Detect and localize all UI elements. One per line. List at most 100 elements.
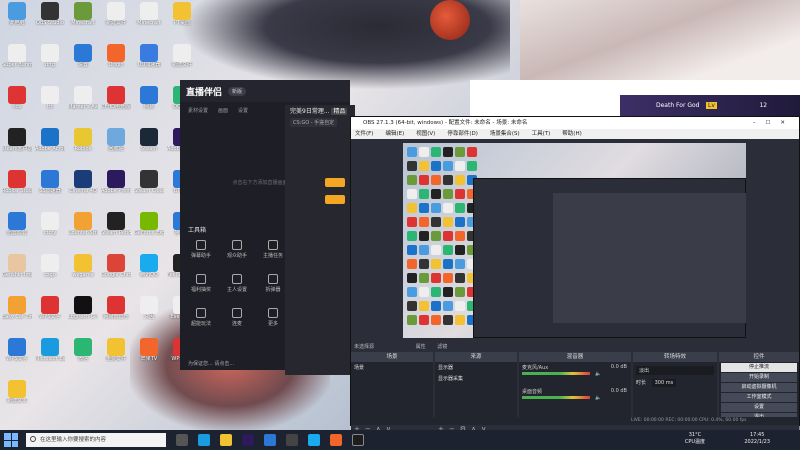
transition-duration-input[interactable]: 300 ms [651, 379, 677, 387]
desktop-icon[interactable]: 网易 [134, 86, 164, 122]
obs-menu-item[interactable]: 编辑(E) [385, 129, 404, 139]
desktop-icon[interactable]: Steam [134, 128, 164, 164]
live-tab[interactable]: 设置 [238, 107, 248, 114]
live-tool-button[interactable]: 观众助手 [222, 240, 252, 259]
desktop-icon[interactable]: Adobe Acrobat [35, 128, 65, 164]
desktop-icon[interactable]: Origin [101, 44, 131, 80]
source-item[interactable]: 显示器采集 [435, 373, 517, 384]
desktop-icon[interactable]: SS加速器 [35, 170, 65, 206]
desktop-icon[interactable]: WPS文字 [2, 338, 32, 374]
desktop-icon[interactable]: 芒果TV [134, 338, 164, 374]
stream-game-selector[interactable]: CS:GO - 手搓自定 [290, 118, 338, 127]
desktop-icon[interactable]: Steam Render [101, 212, 131, 248]
start-live-button[interactable] [325, 178, 345, 187]
obs-menu-item[interactable]: 工具(T) [532, 129, 551, 139]
windows-start-icon[interactable] [4, 433, 18, 447]
window-controls[interactable]: –☐✕ [753, 117, 795, 129]
obs-icon[interactable] [352, 434, 364, 446]
desktop-icon[interactable]: CFHD电竞版 持大佬 [101, 86, 131, 122]
steam-icon[interactable] [264, 434, 276, 446]
desktop-icon[interactable]: GeForce Experience [134, 212, 164, 248]
desktop-icon[interactable]: Steam Cloud [134, 170, 164, 206]
desktop-icon[interactable]: Minecraft [134, 2, 164, 38]
studio-mode-button[interactable]: 工作室模式 [721, 393, 797, 402]
taskbar-search-input[interactable]: 在这里输入你要搜索的内容 [26, 433, 166, 447]
desktop-icon[interactable]: 设置 [68, 44, 98, 80]
live-version-badge[interactable]: 新版 [228, 86, 247, 96]
stop-streaming-button[interactable]: 停止推流 [721, 363, 797, 372]
settings-button[interactable]: 设置 [721, 403, 797, 412]
live-tool-button[interactable]: 弹幕助手 [186, 240, 216, 259]
desktop-icon[interactable]: Cinema 4D [68, 170, 98, 206]
desktop-icon[interactable]: 重要文件 [101, 338, 131, 374]
start-recording-button[interactable]: 开始录制 [721, 373, 797, 382]
live-tool-button[interactable]: 超能玩法 [186, 308, 216, 327]
desktop-icon[interactable]: dftg [35, 44, 65, 80]
edge-icon[interactable] [198, 434, 210, 446]
file-explorer-icon[interactable] [220, 434, 232, 446]
desktop-icon[interactable]: Easy Cat Timer [2, 296, 32, 332]
desktop-icon[interactable]: WPS文字 [35, 296, 65, 332]
desktop-icon[interactable]: 迅雷影音 [2, 212, 32, 248]
obs-preview[interactable] [403, 143, 746, 338]
desktop-icon[interactable]: UU加速器 [134, 44, 164, 80]
desktop-icon[interactable]: PT桌面 [167, 2, 197, 38]
desktop-icon[interactable]: wegame [68, 254, 98, 290]
source-item[interactable]: 显示器 [435, 362, 517, 373]
clock[interactable]: 17:45 2022/1/23 [744, 432, 770, 446]
desktop-icon[interactable]: steam客户端 [2, 128, 32, 164]
transition-type-select[interactable]: 淡出 [636, 366, 714, 375]
desktop-icon[interactable]: nds [2, 86, 32, 122]
desktop-icon[interactable]: 新建文件 [167, 44, 197, 80]
desktop-icon[interactable]: Counter-Strike Global Off... [68, 212, 98, 248]
filters-button[interactable]: 滤镜 [437, 344, 447, 350]
desktop-icon[interactable]: 微信 [68, 338, 98, 374]
obs-menu-item[interactable]: 文件(F) [355, 129, 373, 139]
live-tab[interactable]: 画面 [218, 107, 228, 114]
stream-title-tag[interactable]: 精品 [331, 108, 348, 115]
danmu-user-card[interactable]: Death For God Lv 12 [620, 95, 800, 117]
desktop-icon[interactable]: Roblox [68, 128, 98, 164]
premiere-icon[interactable] [242, 434, 254, 446]
live-tool-button[interactable]: 更多 [258, 308, 288, 327]
desktop-icon[interactable]: Adobe Premiere [101, 170, 131, 206]
desktop-icon[interactable]: Logitech G HUB [68, 296, 98, 332]
desktop-icon[interactable]: Super Bunny Man [2, 44, 32, 80]
app-icon[interactable] [286, 434, 298, 446]
desktop-icon[interactable]: OBS Studio [35, 2, 65, 38]
speaker-icon[interactable]: 🔈 [595, 371, 601, 377]
desktop-icon[interactable]: 此电脑 [2, 2, 32, 38]
qq-icon[interactable] [308, 434, 320, 446]
desktop-icon[interactable]: Minecraft [68, 2, 98, 38]
live-tab[interactable]: 素材设置 [188, 107, 208, 114]
properties-button[interactable]: 属性 [416, 344, 426, 350]
speaker-icon[interactable]: 🔈 [595, 395, 601, 401]
desktop-icon[interactable]: Microsoft Edge [35, 338, 65, 374]
desktop-icon[interactable]: 腾讯QQ [134, 254, 164, 290]
desktop-icon[interactable]: ctcty [35, 212, 65, 248]
desktop-icon[interactable]: 新建文件 [101, 2, 131, 38]
desktop-icon[interactable]: 回收站 [101, 128, 131, 164]
desktop-icon[interactable]: csgo [35, 254, 65, 290]
desktop-icon[interactable]: Google Chrome [101, 254, 131, 290]
live-settings-button[interactable] [325, 195, 345, 204]
live-tool-button[interactable]: 连麦 [222, 308, 252, 327]
desktop-icon[interactable]: Marner's Avenger [68, 86, 98, 122]
obs-menu-item[interactable]: 场景集合(S) [490, 129, 520, 139]
live-tool-button[interactable]: 主人设置 [222, 274, 252, 293]
desktop-icon[interactable]: 只因 [134, 296, 164, 332]
obs-menu-item[interactable]: 停靠部件(D) [447, 129, 478, 139]
task-view-icon[interactable] [176, 434, 188, 446]
live-tool-button[interactable]: 福利抽奖 [186, 274, 216, 293]
desktop-icon[interactable]: 新建文本 [2, 380, 32, 416]
obs-menu-item[interactable]: 视图(V) [416, 129, 435, 139]
desktop-icon[interactable]: ttt [35, 86, 65, 122]
desktop-icon[interactable]: Roblox Studio [2, 170, 32, 206]
obs-menu-item[interactable]: 帮助(H) [562, 129, 581, 139]
live-tool-button[interactable]: 主播任务 [258, 240, 288, 259]
scene-item[interactable]: 场景 [351, 362, 433, 373]
live-app-icon[interactable] [330, 434, 342, 446]
desktop-icon[interactable]: 网易云音乐 [101, 296, 131, 332]
live-tool-button[interactable]: 拆弹器 [258, 274, 288, 293]
virtual-camera-button[interactable]: 启动虚拟摄像机 [721, 383, 797, 392]
